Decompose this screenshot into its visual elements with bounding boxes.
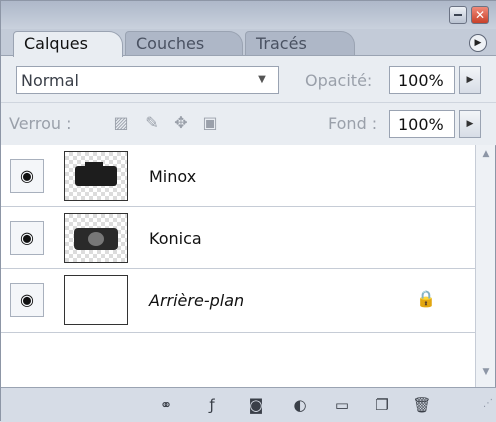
eye-icon[interactable]: ◉ (10, 283, 44, 317)
layers-panel: ✕ Calques Couches Tracés ▶ Normal ▼ Opac… (0, 0, 496, 422)
lock-row: Verrou : ▨ ✎ ✥ ▣ Fond : 100% ▶ (1, 102, 496, 146)
chevron-down-icon: ▼ (258, 74, 266, 85)
lock-transparency-icon[interactable]: ▨ (111, 113, 131, 133)
panel-menu-icon[interactable]: ▶ (469, 34, 487, 52)
scroll-up-icon[interactable]: ▲ (478, 149, 494, 163)
layer-thumbnail (64, 213, 128, 263)
panel-tabs: Calques Couches Tracés ▶ (1, 29, 496, 57)
fill-value: 100% (398, 115, 444, 134)
layer-row[interactable]: ◉ Minox (1, 145, 475, 207)
layer-name: Arrière-plan (149, 291, 245, 310)
tab-calques[interactable]: Calques (13, 31, 123, 57)
opacity-value: 100% (398, 71, 444, 90)
layer-list: ◉ Minox ◉ Konica ◉ Arrière-plan 🔒 (1, 145, 475, 387)
layer-row[interactable]: ◉ Arrière-plan 🔒 (1, 269, 475, 333)
new-group-icon[interactable]: ▭ (331, 395, 353, 415)
lock-move-icon[interactable]: ✥ (171, 113, 191, 133)
layer-list-scrollbar[interactable]: ▲ ▼ (475, 145, 495, 387)
layer-name: Konica (149, 229, 202, 248)
adjustment-layer-icon[interactable]: ◐ (289, 395, 311, 415)
layer-name: Minox (149, 167, 197, 186)
panel-titlebar[interactable]: ✕ (1, 1, 496, 29)
layer-row[interactable]: ◉ Konica (1, 207, 475, 269)
opacity-field[interactable]: 100% (389, 66, 455, 94)
panel-footer: ⚭ ƒ ◙ ◐ ▭ ❐ 🗑 ⋰ (1, 387, 496, 422)
blend-mode-value: Normal (21, 71, 79, 90)
opacity-label: Opacité: (305, 71, 373, 90)
fill-label: Fond : (328, 114, 378, 133)
layer-thumbnail (64, 275, 128, 325)
lock-label: Verrou : (9, 114, 72, 133)
blend-mode-select[interactable]: Normal ▼ (16, 66, 279, 94)
minimize-icon[interactable] (449, 6, 467, 24)
camera-icon (74, 228, 118, 250)
camera-icon (75, 162, 117, 186)
blend-row: Normal ▼ Opacité: 100% ▶ (1, 56, 496, 102)
resize-grip-icon[interactable]: ⋰ (483, 398, 493, 409)
scroll-down-icon[interactable]: ▼ (478, 367, 494, 381)
opacity-slider-button[interactable]: ▶ (459, 66, 481, 94)
link-layers-icon[interactable]: ⚭ (155, 395, 177, 415)
add-mask-icon[interactable]: ◙ (245, 395, 267, 415)
lock-icon: 🔒 (416, 289, 436, 308)
lock-all-icon[interactable]: ▣ (200, 113, 220, 133)
eye-icon[interactable]: ◉ (10, 221, 44, 255)
close-icon[interactable]: ✕ (471, 6, 489, 24)
fill-slider-button[interactable]: ▶ (459, 110, 481, 138)
layer-style-icon[interactable]: ƒ (201, 395, 223, 415)
tab-traces[interactable]: Tracés (245, 31, 355, 55)
lock-brush-icon[interactable]: ✎ (142, 113, 162, 133)
layer-thumbnail (64, 151, 128, 201)
fill-field[interactable]: 100% (389, 110, 455, 138)
eye-icon[interactable]: ◉ (10, 159, 44, 193)
new-layer-icon[interactable]: ❐ (371, 395, 393, 415)
tab-couches[interactable]: Couches (125, 31, 243, 55)
trash-icon[interactable]: 🗑 (411, 395, 433, 415)
